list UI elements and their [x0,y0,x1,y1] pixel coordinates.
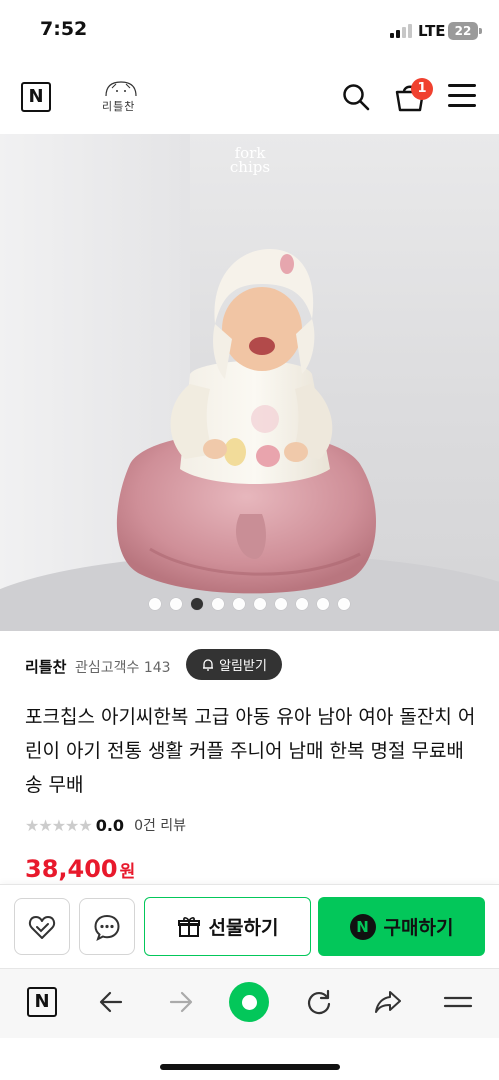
pagination-dot[interactable] [317,598,329,610]
rating-stars-icon: ★★★★★ [25,815,93,835]
baby-hanbok-photo [116,249,377,594]
forward-button[interactable] [163,984,199,1020]
product-title: 포크칩스 아기씨한복 고급 아동 유아 남아 여아 돌잔치 어린이 아기 전통 … [25,706,476,796]
refresh-icon [307,989,331,1015]
status-time: 7:52 [40,18,88,40]
menu-icon[interactable] [448,84,476,108]
pagination-dot[interactable] [254,598,266,610]
naver-pay-icon: N [349,913,376,940]
alarm-label: 알림받기 [219,659,267,674]
green-dot-icon [229,982,269,1022]
arrow-left-icon [99,991,123,1013]
pagination-dot[interactable] [170,598,182,610]
pagination-dot[interactable] [191,598,203,610]
more-menu-button[interactable] [440,984,476,1020]
share-button[interactable] [370,984,406,1020]
pagination-dot[interactable] [212,598,224,610]
arrow-right-icon [169,991,193,1013]
naver-mark: N [28,86,44,107]
naver-n-icon: N [27,987,57,1017]
refresh-button[interactable] [301,984,337,1020]
buy-button[interactable]: N 구매하기 [318,897,485,956]
naver-home-button[interactable]: N [21,82,51,112]
network-label: LTE [418,22,446,40]
store-logo[interactable]: 리틀찬 [96,78,146,118]
product-image[interactable]: fork chips [0,134,499,631]
green-dot-button[interactable] [229,982,269,1022]
pagination-dot[interactable] [296,598,308,610]
home-indicator [160,1064,340,1070]
chat-bubble-icon [94,914,120,941]
price-unit: 원 [119,862,136,882]
back-button[interactable] [93,984,129,1020]
cart-count-badge: 1 [411,78,433,100]
price-value: 38,400 [25,855,118,883]
browser-toolbar: N [0,968,499,1038]
toolbar-n-label: N [34,991,50,1012]
gift-icon [177,916,200,937]
store-followers: 관심고객수 143 [75,660,171,676]
review-count: 0건 리뷰 [134,818,187,834]
bell-plus-icon [203,658,214,671]
signal-icon [390,24,412,38]
heart-check-icon [28,915,56,939]
purchase-bar: 선물하기 N 구매하기 [0,884,499,968]
talk-button[interactable] [79,898,135,955]
battery-icon: 22 [448,22,482,40]
price: 38,400 원 [25,855,135,883]
share-arrow-icon [375,991,401,1013]
pagination-dot[interactable] [338,598,350,610]
naver-tab-button[interactable]: N [24,984,60,1020]
pagination-dot[interactable] [233,598,245,610]
rating-row[interactable]: ★★★★★ 0.0 0건 리뷰 [25,815,186,835]
rating-score: 0.0 [95,815,125,835]
buy-label: 구매하기 [383,917,454,939]
status-bar: 7:52 LTE 22 [0,0,499,60]
battery-level: 22 [454,24,472,38]
search-icon[interactable] [341,82,371,112]
double-line-icon [443,996,473,1008]
gift-button[interactable]: 선물하기 [144,897,311,956]
pagination-dot[interactable] [275,598,287,610]
store-name[interactable]: 리틀찬 [25,656,66,677]
image-pagination[interactable] [0,598,499,612]
alarm-button[interactable]: 알림받기 [186,649,282,680]
wishlist-button[interactable] [14,898,70,955]
pagination-dot[interactable] [149,598,161,610]
gift-label: 선물하기 [208,917,279,939]
logo-text: 리틀찬 [102,100,136,113]
